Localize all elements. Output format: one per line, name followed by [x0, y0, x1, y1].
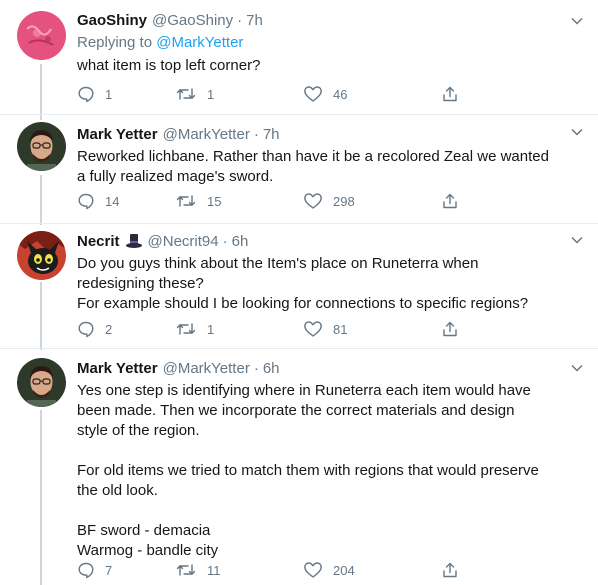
user-handle[interactable]: @Necrit94 — [148, 233, 219, 250]
avatar[interactable] — [17, 11, 66, 60]
tweet-text-line: Yes one step is identifying where in Run… — [77, 382, 531, 399]
retweet-icon — [176, 323, 196, 335]
retweet-count: 1 — [207, 321, 215, 337]
chevron-down-icon[interactable] — [570, 361, 584, 375]
user-handle[interactable]: @GaoShiny — [152, 12, 233, 29]
retweet-count: 15 — [207, 193, 222, 209]
chevron-down-icon[interactable] — [570, 125, 584, 139]
top-hat-icon — [125, 234, 142, 248]
tweet-text-line: For example should I be looking for conn… — [77, 295, 529, 312]
tweet-text-line: what item is top left corner? — [77, 57, 261, 74]
like-count: 46 — [333, 86, 348, 102]
tweet[interactable]: Mark Yetter @MarkYetter · 7h Reworked li… — [0, 115, 598, 223]
display-name[interactable]: Mark Yetter — [77, 126, 158, 143]
retweet-icon — [176, 195, 196, 207]
tweet-text: Yes one step is identifying where in Run… — [77, 381, 584, 561]
tweet-text-blank — [77, 441, 584, 461]
separator-dot: · — [253, 125, 259, 143]
separator-dot: · — [222, 232, 228, 250]
like-count: 81 — [333, 321, 348, 337]
like-count: 298 — [333, 193, 355, 209]
tweet-text-blank — [77, 501, 584, 521]
tweet-text-line: been made. Then we incorporate the corre… — [77, 402, 515, 419]
separator-dot: · — [237, 11, 243, 29]
action-bar: 7 11 204 — [77, 560, 507, 580]
retweet-button[interactable]: 15 — [175, 191, 303, 211]
tweet[interactable]: Mark Yetter @MarkYetter · 6h Yes one ste… — [0, 349, 598, 585]
reply-count: 2 — [105, 321, 113, 337]
reply-button[interactable]: 14 — [77, 191, 175, 211]
timestamp[interactable]: 6h — [263, 360, 280, 377]
heart-icon — [304, 193, 322, 209]
tweet-text-line: BF sword - demacia — [77, 522, 211, 539]
avatar[interactable] — [17, 358, 66, 407]
share-icon — [443, 562, 457, 578]
separator-dot: · — [253, 359, 259, 377]
like-button[interactable]: 81 — [303, 319, 441, 339]
share-button[interactable] — [441, 191, 459, 211]
retweet-count: 1 — [207, 86, 215, 102]
heart-icon — [304, 86, 322, 102]
chevron-down-icon[interactable] — [570, 233, 584, 247]
retweet-icon — [176, 88, 196, 100]
like-button[interactable]: 298 — [303, 191, 441, 211]
display-name[interactable]: GaoShiny — [77, 12, 147, 29]
tweet-text: what item is top left corner? — [77, 56, 584, 76]
heart-icon — [304, 562, 322, 578]
tweet-text-line: Do you guys think about the Item's place… — [77, 255, 479, 272]
tweet-text-line: Warmog - bandle city — [77, 542, 219, 559]
reply-button[interactable]: 1 — [77, 84, 175, 104]
reply-mention-link[interactable]: @MarkYetter — [156, 34, 243, 51]
share-button[interactable] — [441, 319, 459, 339]
share-icon — [443, 321, 457, 337]
chevron-down-icon[interactable] — [570, 14, 584, 28]
avatar[interactable] — [17, 122, 66, 171]
user-handle[interactable]: @MarkYetter — [163, 126, 250, 143]
reply-count: 1 — [105, 86, 113, 102]
reply-icon — [78, 193, 94, 210]
reply-icon — [78, 562, 94, 579]
user-handle[interactable]: @MarkYetter — [163, 360, 250, 377]
retweet-button[interactable]: 1 — [175, 319, 303, 339]
retweet-icon — [176, 564, 196, 576]
tweet-text-line: the old look. — [77, 482, 158, 499]
reply-count: 14 — [105, 193, 120, 209]
share-icon — [443, 193, 457, 209]
reply-prefix: Replying to — [77, 34, 153, 51]
action-bar: 1 1 46 — [77, 84, 507, 104]
action-bar: 2 1 81 — [77, 319, 507, 339]
tweet-text-line: a fully realized mage's sword. — [77, 168, 274, 185]
reply-count: 7 — [105, 562, 113, 578]
tweet-text-line: For old items we tried to match them wit… — [77, 462, 539, 479]
reply-button[interactable]: 7 — [77, 560, 175, 580]
display-name[interactable]: Mark Yetter — [77, 360, 158, 377]
tweet[interactable]: GaoShiny @GaoShiny · 7h Replying to @Mar… — [0, 0, 598, 114]
share-icon — [443, 86, 457, 102]
display-name[interactable]: Necrit — [77, 233, 120, 250]
reply-button[interactable]: 2 — [77, 319, 175, 339]
action-bar: 14 15 298 — [77, 191, 507, 211]
retweet-button[interactable]: 1 — [175, 84, 303, 104]
like-button[interactable]: 46 — [303, 84, 441, 104]
heart-icon — [304, 321, 322, 337]
timestamp[interactable]: 7h — [246, 12, 263, 29]
retweet-button[interactable]: 11 — [175, 560, 303, 580]
tweet-text-line: Reworked lichbane. Rather than have it b… — [77, 148, 549, 165]
tweet-text: Do you guys think about the Item's place… — [77, 254, 584, 314]
tweet-text-line: style of the region. — [77, 422, 200, 439]
reply-context: Replying to @MarkYetter — [77, 33, 584, 53]
share-button[interactable] — [441, 84, 459, 104]
share-button[interactable] — [441, 560, 459, 580]
retweet-count: 11 — [207, 562, 221, 578]
like-button[interactable]: 204 — [303, 560, 441, 580]
reply-icon — [78, 321, 94, 338]
tweet-text: Reworked lichbane. Rather than have it b… — [77, 147, 584, 187]
avatar[interactable] — [17, 231, 66, 280]
tweet[interactable]: Necrit @Necrit94 · 6h Do you guys think … — [0, 224, 598, 348]
timestamp[interactable]: 7h — [263, 126, 280, 143]
like-count: 204 — [333, 562, 355, 578]
reply-icon — [78, 86, 94, 103]
timestamp[interactable]: 6h — [232, 233, 249, 250]
tweet-text-line: redesigning these? — [77, 275, 204, 292]
